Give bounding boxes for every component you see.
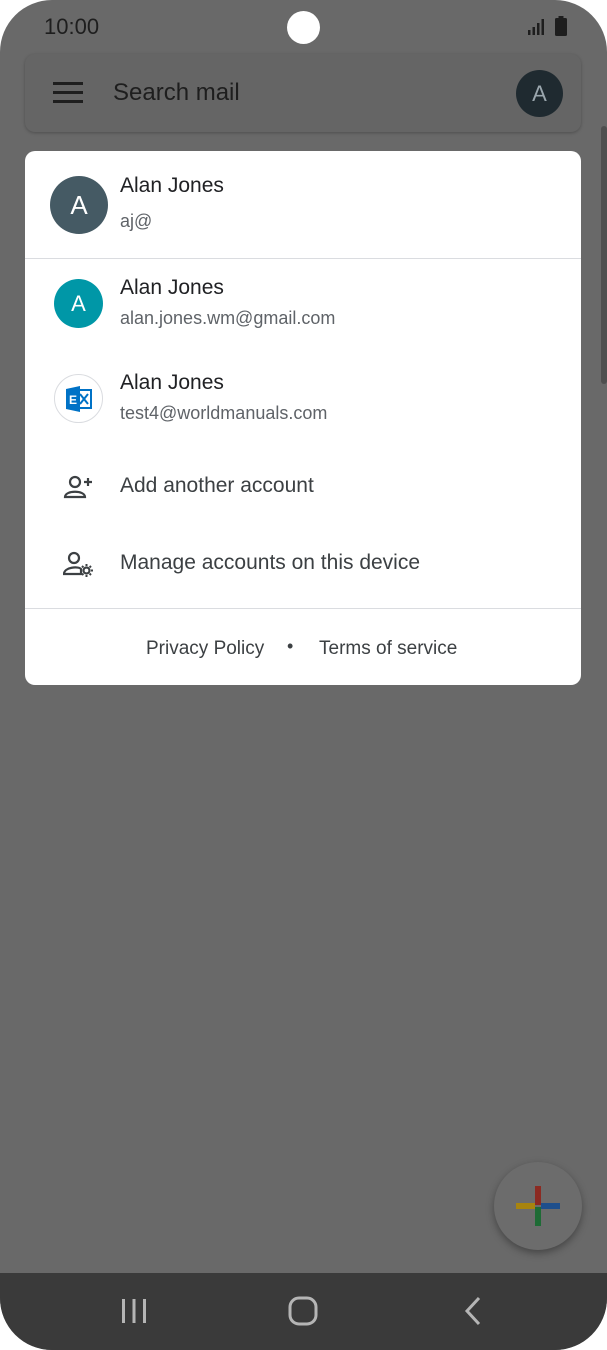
divider — [25, 258, 581, 259]
scrollbar — [601, 126, 607, 384]
phone-screen: 10:00 Search mail A A Alan Jones aj@ A A… — [0, 0, 607, 1350]
account-name: Alan Jones — [120, 276, 224, 299]
front-camera — [287, 11, 320, 44]
recent-apps-icon[interactable] — [114, 1291, 154, 1331]
current-account-avatar: A — [50, 176, 108, 234]
svg-text:E: E — [69, 393, 77, 407]
exchange-icon: E — [65, 385, 92, 412]
search-placeholder[interactable]: Search mail — [113, 79, 240, 107]
account-row-exchange[interactable]: E Alan Jones test4@worldmanuals.com — [25, 358, 581, 448]
add-account-label: Add another account — [120, 474, 314, 497]
account-avatar-button[interactable]: A — [516, 70, 563, 117]
account-email: test4@worldmanuals.com — [120, 403, 328, 423]
gmail-account-avatar: A — [54, 279, 103, 328]
manage-accounts-row[interactable]: Manage accounts on this device — [25, 529, 581, 599]
status-time: 10:00 — [44, 14, 100, 39]
menu-icon[interactable] — [53, 80, 85, 106]
manage-accounts-label: Manage accounts on this device — [120, 551, 421, 574]
exchange-account-avatar: E — [54, 374, 103, 423]
compose-plus-icon — [516, 1186, 560, 1226]
manage-accounts-icon — [63, 551, 93, 577]
battery-icon — [555, 16, 567, 36]
current-account[interactable]: A Alan Jones aj@ — [25, 151, 581, 258]
compose-button[interactable] — [494, 1162, 582, 1250]
footer-separator: • — [287, 636, 294, 656]
terms-of-service-link[interactable]: Terms of service — [319, 638, 457, 660]
card-footer: Privacy Policy • Terms of service — [25, 609, 581, 685]
home-icon[interactable] — [283, 1291, 323, 1331]
back-icon[interactable] — [454, 1291, 494, 1331]
navigation-bar — [0, 1273, 607, 1350]
status-icons — [527, 16, 567, 36]
account-switcher-card: A Alan Jones aj@ A Alan Jones alan.jones… — [25, 151, 581, 685]
add-account-row[interactable]: Add another account — [25, 452, 581, 522]
current-account-name: Alan Jones — [120, 174, 224, 197]
search-bar[interactable]: Search mail A — [25, 54, 581, 132]
account-email: alan.jones.wm@gmail.com — [120, 308, 336, 328]
account-row-gmail[interactable]: A Alan Jones alan.jones.wm@gmail.com — [25, 263, 581, 353]
privacy-policy-link[interactable]: Privacy Policy — [146, 638, 264, 660]
current-account-email: aj@ — [120, 211, 153, 231]
signal-icon — [528, 19, 544, 35]
add-person-icon — [63, 475, 92, 499]
account-name: Alan Jones — [120, 371, 224, 394]
status-bar: 10:00 — [0, 0, 607, 54]
